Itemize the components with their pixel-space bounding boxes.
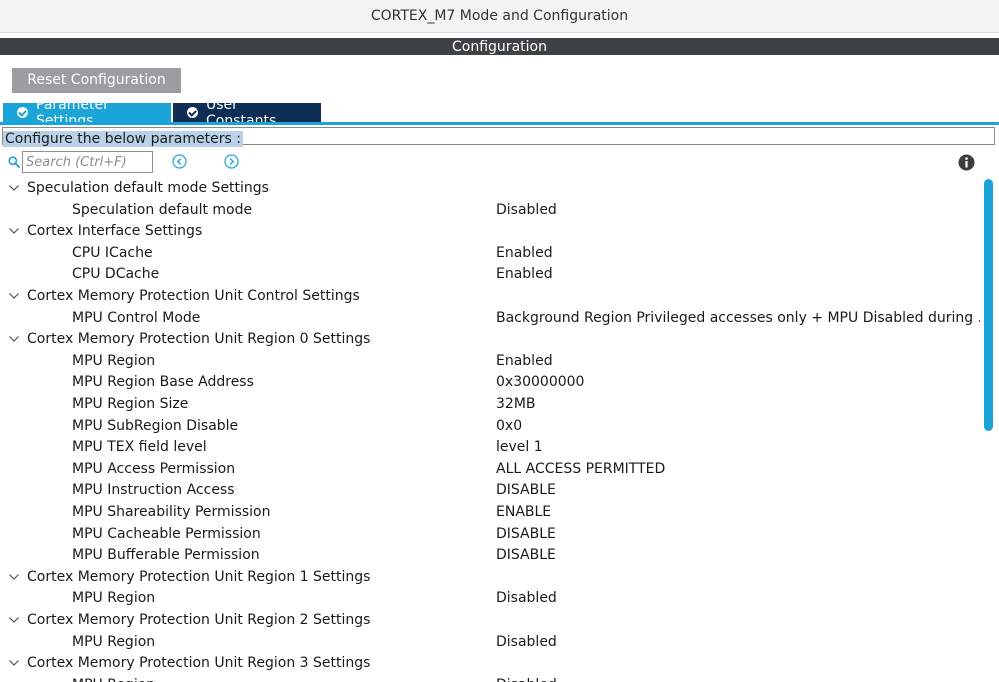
tree-param-row[interactable]: MPU Instruction Access DISABLE [0, 480, 980, 502]
reset-configuration-button[interactable]: Reset Configuration [12, 68, 181, 93]
tree-group-label: Cortex Memory Protection Unit Region 2 S… [27, 612, 371, 628]
param-value[interactable]: ALL ACCESS PERMITTED [496, 459, 980, 481]
tree-param-row[interactable]: MPU Access Permission ALL ACCESS PERMITTE… [0, 459, 980, 481]
param-name: Speculation default mode [72, 201, 253, 218]
param-name: CPU ICache [72, 244, 153, 261]
param-value[interactable]: 0x30000000 [496, 372, 980, 394]
search-icon [8, 156, 20, 168]
parameter-tree: Speculation default mode Settings Specula… [0, 178, 980, 682]
window-title: CORTEX_M7 Mode and Configuration [0, 0, 999, 33]
tab-user-constants[interactable]: User Constants [173, 97, 321, 129]
tree-param-row[interactable]: MPU Region Disabled [0, 675, 980, 682]
param-value[interactable]: Enabled [496, 264, 980, 286]
tree-group-label: Cortex Memory Protection Unit Region 3 S… [27, 655, 371, 672]
param-name: MPU Region Size [72, 396, 189, 412]
mode-configuration-panel: CORTEX_M7 Mode and Configuration Configu… [0, 0, 999, 682]
scrollbar-thumb[interactable] [984, 179, 993, 431]
param-name: MPU Region Base Address [72, 374, 254, 391]
tree-group[interactable]: Speculation default mode Settings [0, 178, 980, 200]
param-value[interactable]: DISABLE [496, 545, 980, 567]
tree-group[interactable]: Cortex Memory Protection Unit Region 0 S… [0, 329, 980, 351]
tree-param-row[interactable]: MPU Shareability Permission ENABLE [0, 502, 980, 524]
tree-param-row[interactable]: MPU SubRegion Disable 0x0 [0, 416, 980, 438]
config-prompt: Configure the below parameters : [3, 131, 243, 147]
tree-param-row[interactable]: CPU ICache Enabled [0, 243, 980, 265]
chevron-down-icon[interactable] [8, 616, 20, 624]
param-value[interactable]: Disabled [496, 200, 980, 222]
param-value[interactable]: level 1 [496, 437, 980, 459]
tree-group[interactable]: Cortex Memory Protection Unit Control Se… [0, 286, 980, 308]
tree-group[interactable]: Cortex Interface Settings [0, 221, 980, 243]
param-value[interactable]: 0x0 [496, 416, 980, 438]
chevron-down-icon[interactable] [8, 184, 20, 192]
param-name: MPU Region [72, 352, 156, 369]
tree-group-label: Cortex Memory Protection Unit Control Se… [27, 288, 360, 304]
param-value[interactable]: Disabled [496, 675, 980, 682]
param-name: MPU Cacheable Permission [72, 525, 261, 542]
info-icon[interactable] [958, 154, 975, 171]
tree-param-row[interactable]: MPU TEX field level level 1 [0, 437, 980, 459]
param-name: MPU Bufferable Permission [72, 547, 260, 564]
tree-param-row[interactable]: MPU Region Disabled [0, 632, 980, 654]
param-name: MPU Region [72, 675, 155, 682]
tree-param-row[interactable]: MPU Region Enabled [0, 351, 980, 373]
tree-group[interactable]: Cortex Memory Protection Unit Region 1 S… [0, 567, 980, 589]
param-name: MPU Access Permission [72, 460, 236, 477]
check-circle-icon [17, 107, 28, 118]
param-name: MPU SubRegion Disable [72, 417, 239, 434]
tree-group-label: Speculation default mode Settings [27, 180, 269, 196]
search-input[interactable] [22, 151, 153, 173]
param-name: CPU DCache [72, 266, 160, 283]
tab-bar: Parameter Settings User Constants [3, 97, 321, 129]
param-value[interactable]: Disabled [496, 588, 980, 610]
param-name: MPU Shareability Permission [72, 504, 271, 520]
param-value[interactable]: Enabled [496, 243, 980, 265]
tree-param-row[interactable]: MPU Control Mode Background Region Privil… [0, 308, 980, 330]
config-prompt-box: Configure the below parameters : [2, 127, 995, 147]
param-name: MPU Region [72, 633, 156, 650]
arrow-right-circle-icon[interactable] [224, 154, 239, 169]
tree-group-label: Cortex Memory Protection Unit Region 1 S… [27, 568, 371, 585]
tree-param-row[interactable]: MPU Region Base Address 0x30000000 [0, 372, 980, 394]
chevron-down-icon[interactable] [8, 573, 20, 581]
tree-param-row[interactable]: MPU Region Size 32MB [0, 394, 980, 416]
param-name: MPU TEX field level [72, 439, 207, 456]
tab-underline [0, 122, 999, 125]
configuration-header: Configuration [0, 38, 999, 55]
param-value[interactable]: ENABLE [496, 502, 980, 524]
chevron-down-icon[interactable] [8, 227, 20, 235]
param-value[interactable]: Background Region Privileged accesses on… [496, 308, 980, 330]
tree-param-row[interactable]: MPU Cacheable Permission DISABLE [0, 524, 980, 546]
param-value[interactable]: 32MB [496, 394, 980, 416]
tree-param-row[interactable]: Speculation default mode Disabled [0, 200, 980, 222]
check-circle-icon [187, 107, 198, 118]
chevron-down-icon[interactable] [8, 292, 20, 300]
param-value[interactable]: Disabled [496, 632, 980, 654]
tree-group[interactable]: Cortex Memory Protection Unit Region 2 S… [0, 610, 980, 632]
param-name: MPU Control Mode [72, 309, 201, 326]
param-name: MPU Region [72, 590, 156, 607]
search-row [0, 151, 999, 175]
tree-group-label: Cortex Memory Protection Unit Region 0 S… [27, 331, 371, 348]
chevron-down-icon[interactable] [8, 659, 20, 667]
tree-group-label: Cortex Interface Settings [27, 223, 203, 240]
param-value[interactable]: DISABLE [496, 524, 980, 546]
tree-param-row[interactable]: MPU Region Disabled [0, 588, 980, 610]
tree-param-row[interactable]: MPU Bufferable Permission DISABLE [0, 545, 980, 567]
chevron-down-icon[interactable] [8, 335, 20, 343]
param-value[interactable]: Enabled [496, 351, 980, 373]
tree-param-row[interactable]: CPU DCache Enabled [0, 264, 980, 286]
tree-group[interactable]: Cortex Memory Protection Unit Region 3 S… [0, 653, 980, 675]
param-name: MPU Instruction Access [72, 482, 235, 499]
tab-parameter-settings[interactable]: Parameter Settings [3, 97, 171, 129]
param-value[interactable]: DISABLE [496, 480, 980, 502]
arrow-left-circle-icon[interactable] [172, 154, 187, 169]
